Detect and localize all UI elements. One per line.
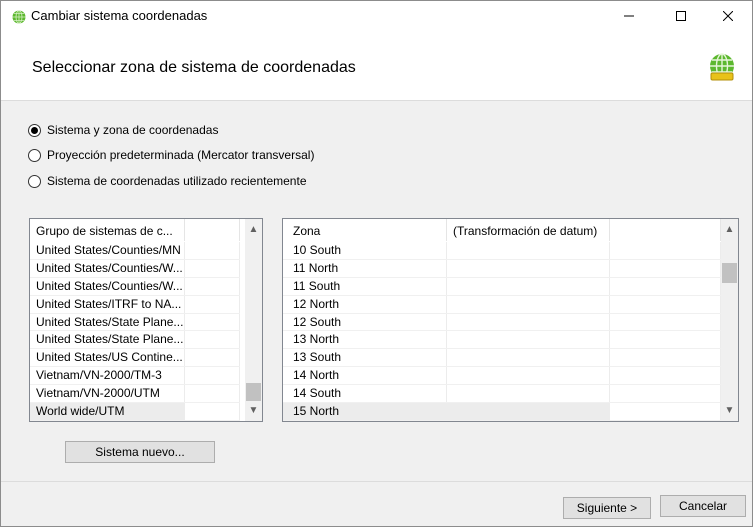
list-item[interactable]: United States/ITRF to NA...: [30, 295, 240, 314]
radio-recent-system[interactable]: Sistema de coordenadas utilizado recient…: [28, 173, 307, 189]
radio-button[interactable]: [28, 148, 41, 162]
list-item[interactable]: Vietnam/VN-2000/TM-3: [30, 367, 240, 386]
radio-button[interactable]: [28, 174, 41, 188]
zone-list-rows: 10 South 11 North 11 South 12 North 12 S…: [283, 242, 721, 421]
close-button[interactable]: [705, 1, 751, 31]
zone-list-scrollbar[interactable]: ▲ ▼: [721, 219, 738, 421]
new-system-button[interactable]: Sistema nuevo...: [65, 441, 215, 463]
list-item[interactable]: 13 North: [283, 331, 721, 350]
title-bar: Cambiar sistema coordenadas: [1, 1, 752, 31]
column-header-group[interactable]: Grupo de sistemas de c...: [30, 219, 185, 241]
radio-label: Sistema y zona de coordenadas: [47, 123, 219, 137]
footer-divider: [1, 481, 752, 482]
next-button[interactable]: Siguiente >: [563, 497, 651, 519]
new-system-button-label: Sistema nuevo...: [95, 445, 185, 459]
minimize-button[interactable]: [606, 1, 652, 31]
radio-label: Proyección predeterminada (Mercator tran…: [47, 148, 315, 162]
column-header-datum[interactable]: (Transformación de datum): [447, 219, 610, 241]
list-item[interactable]: 11 South: [283, 277, 721, 296]
globe-icon: [710, 53, 734, 81]
column-header-blank: [610, 219, 721, 241]
scroll-up-icon[interactable]: ▲: [721, 221, 738, 238]
radio-button[interactable]: [28, 123, 41, 137]
list-item[interactable]: United States/Counties/W...: [30, 259, 240, 278]
list-item-selected[interactable]: World wide/UTM: [30, 403, 240, 421]
close-icon: [723, 11, 733, 21]
list-item[interactable]: United States/Counties/W...: [30, 277, 240, 296]
list-item[interactable]: 14 North: [283, 367, 721, 386]
list-item[interactable]: 12 North: [283, 295, 721, 314]
list-item[interactable]: 11 North: [283, 259, 721, 278]
column-header-zone[interactable]: Zona: [283, 219, 447, 241]
scroll-up-icon[interactable]: ▲: [245, 221, 262, 238]
cancel-button-label: Cancelar: [678, 499, 728, 513]
zone-list-header: Zona (Transformación de datum): [283, 219, 721, 241]
maximize-button[interactable]: [658, 1, 704, 31]
list-item[interactable]: 10 South: [283, 242, 721, 260]
scroll-down-icon[interactable]: ▼: [245, 402, 262, 419]
radio-label: Sistema de coordenadas utilizado recient…: [47, 174, 307, 188]
next-button-label: Siguiente >: [576, 501, 638, 515]
group-list-rows: United States/Counties/MN United States/…: [30, 242, 240, 421]
group-list[interactable]: Grupo de sistemas de c... United States/…: [29, 218, 263, 422]
list-item[interactable]: United States/State Plane...: [30, 331, 240, 350]
list-item[interactable]: United States/State Plane...: [30, 313, 240, 332]
list-item[interactable]: 12 South: [283, 313, 721, 332]
scroll-thumb[interactable]: [246, 383, 261, 401]
cancel-button[interactable]: Cancelar: [660, 495, 746, 517]
globe-icon: [12, 10, 26, 24]
list-item-selected[interactable]: 15 North: [283, 403, 721, 421]
window-title: Cambiar sistema coordenadas: [31, 8, 208, 23]
maximize-icon: [676, 11, 686, 21]
minimize-icon: [624, 15, 634, 17]
page-title: Seleccionar zona de sistema de coordenad…: [32, 59, 356, 76]
dialog-window: Cambiar sistema coordenadas Seleccionar …: [0, 0, 753, 527]
scroll-down-icon[interactable]: ▼: [721, 402, 738, 419]
radio-coordinate-system-zone[interactable]: Sistema y zona de coordenadas: [28, 122, 218, 138]
list-item[interactable]: United States/Counties/MN: [30, 242, 240, 260]
list-item[interactable]: 13 South: [283, 349, 721, 368]
zone-list[interactable]: Zona (Transformación de datum) 10 South …: [282, 218, 739, 422]
scroll-thumb[interactable]: [722, 263, 737, 283]
column-header-blank: [185, 219, 240, 241]
list-item[interactable]: United States/US Contine...: [30, 349, 240, 368]
radio-default-projection[interactable]: Proyección predeterminada (Mercator tran…: [28, 147, 314, 163]
list-item[interactable]: Vietnam/VN-2000/UTM: [30, 385, 240, 404]
radio-dot: [31, 126, 38, 134]
group-list-header: Grupo de sistemas de c...: [30, 219, 240, 241]
group-list-scrollbar[interactable]: ▲ ▼: [245, 219, 262, 421]
wizard-header: Seleccionar zona de sistema de coordenad…: [1, 31, 752, 101]
list-item[interactable]: 14 South: [283, 385, 721, 404]
